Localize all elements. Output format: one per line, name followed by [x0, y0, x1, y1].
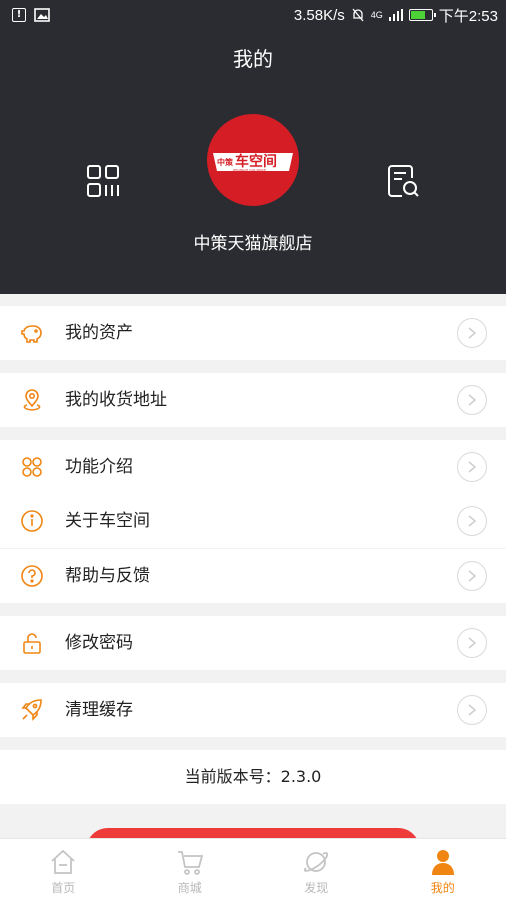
menu-label: 修改密码 [65, 633, 133, 653]
tab-discover[interactable]: 发现 [253, 839, 380, 900]
logo-tagline: ZHONGCE CAR SPACE [233, 168, 266, 172]
chevron-right-icon [457, 628, 487, 658]
logo-text-small: 中策 [217, 157, 234, 167]
mute-icon [352, 8, 364, 22]
chevron-right-icon [457, 506, 487, 536]
menu-item-assets[interactable]: 我的资产 [0, 306, 506, 360]
image-notification-icon [34, 8, 50, 22]
rocket-icon [21, 699, 42, 721]
document-search-icon [388, 165, 419, 197]
network-type: 4G [370, 10, 383, 20]
cart-icon [177, 851, 203, 875]
menu-item-clear-cache[interactable]: 清理缓存 [0, 683, 506, 737]
home-icon [51, 849, 75, 874]
orders-button[interactable] [386, 164, 420, 198]
chevron-right-icon [457, 318, 487, 348]
bottom-tab-bar: 首页 商城 发现 我的 [0, 838, 506, 900]
clock: 下午2:53 [438, 7, 498, 25]
lock-icon [23, 633, 41, 654]
page-title: 我的 [233, 47, 273, 71]
menu-item-address[interactable]: 我的收货地址 [0, 373, 506, 427]
version-label: 当前版本号：2.3.0 [0, 750, 506, 804]
qr-code-button[interactable] [86, 164, 120, 198]
signal-icon [388, 9, 403, 21]
help-icon [21, 565, 43, 587]
location-pin-icon [23, 389, 41, 411]
battery-icon [408, 9, 436, 21]
planet-icon [304, 852, 329, 872]
logo-band: 中策 车空间 ZHONGCE CAR SPACE [213, 153, 293, 172]
info-icon [21, 510, 43, 532]
profile-header: ! 3.58K/s 4G 下午2:53 我的 中策 车空间 ZHONGCE CA… [0, 0, 506, 294]
menu-label: 帮助与反馈 [65, 566, 150, 586]
menu-label: 清理缓存 [65, 700, 133, 720]
menu-label: 我的收货地址 [65, 390, 167, 410]
store-name: 中策天猫旗舰店 [193, 234, 313, 254]
network-speed: 3.58K/s [293, 6, 345, 24]
menu-label: 我的资产 [65, 323, 133, 343]
tab-label: 首页 [51, 881, 76, 895]
menu-label: 功能介绍 [65, 457, 133, 477]
status-bar: ! 3.58K/s 4G 下午2:53 [0, 0, 506, 30]
tab-label: 我的 [430, 881, 455, 895]
piggy-bank-icon [21, 325, 42, 343]
tab-label: 发现 [304, 881, 329, 895]
menu-item-help[interactable]: 帮助与反馈 [0, 549, 506, 603]
menu-item-about[interactable]: 关于车空间 [0, 494, 506, 548]
store-logo: 中策 车空间 ZHONGCE CAR SPACE [207, 114, 299, 206]
chevron-right-icon [457, 561, 487, 591]
tab-label: 商城 [177, 881, 202, 895]
chevron-right-icon [457, 695, 487, 725]
chevron-right-icon [457, 452, 487, 482]
qr-code-icon [87, 165, 119, 197]
alert-icon: ! [12, 8, 26, 22]
tab-home[interactable]: 首页 [0, 839, 127, 900]
person-icon [431, 850, 454, 875]
tab-mine[interactable]: 我的 [380, 839, 506, 900]
menu-label: 关于车空间 [65, 511, 150, 531]
apps-grid-icon [22, 457, 42, 477]
tab-mall[interactable]: 商城 [127, 839, 254, 900]
chevron-right-icon [457, 385, 487, 415]
menu-item-change-password[interactable]: 修改密码 [0, 616, 506, 670]
menu-item-features[interactable]: 功能介绍 [0, 440, 506, 494]
